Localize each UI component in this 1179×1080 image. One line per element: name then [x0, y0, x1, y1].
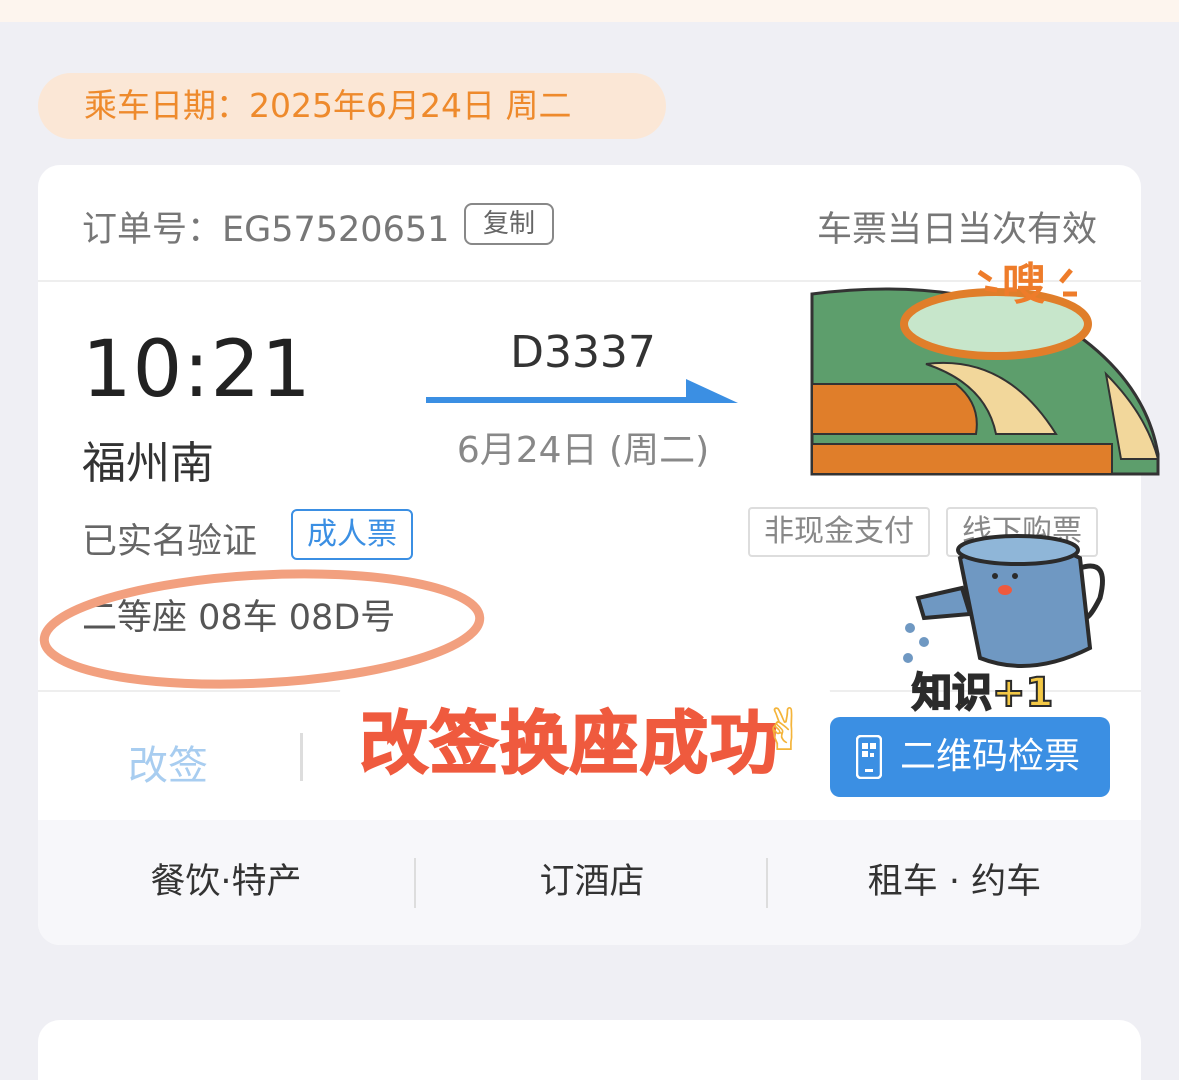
victory-hand-icon: ✌ [760, 696, 809, 764]
knowledge-plus-one-label: 知识+1 [911, 669, 1054, 717]
copy-order-button[interactable]: 复制 [464, 203, 554, 245]
change-seat-success-label: 改签换座成功 [359, 704, 781, 785]
travel-date-banner: 乘车日期：2025年6月24日 周二 [38, 73, 666, 139]
train-number: D3337 [510, 327, 656, 378]
change-ticket-button[interactable]: 改签 [128, 733, 208, 791]
departure-time: 10:21 [82, 325, 312, 415]
motion-lines-icon [977, 268, 1077, 297]
top-status-strip [0, 0, 1179, 22]
service-food[interactable]: 餐饮·特产 [38, 820, 414, 945]
train-sticker [810, 287, 1160, 476]
verified-status: 已实名验证 [82, 522, 258, 562]
divider [300, 733, 303, 781]
arrow-right-icon [426, 379, 738, 403]
qr-button-label: 二维码检票 [900, 736, 1081, 777]
qr-phone-icon [856, 735, 882, 779]
next-card [38, 1020, 1141, 1080]
qr-check-in-button[interactable]: 二维码检票 [830, 717, 1110, 797]
watering-can-sticker [903, 534, 1105, 668]
travel-date: 6月24日 (周二) [456, 430, 710, 471]
order-number: 订单号：EG57520651 [82, 210, 450, 250]
departure-station: 福州南 [82, 438, 214, 489]
highlight-circle [39, 569, 485, 689]
service-hotel[interactable]: 订酒店 [416, 820, 768, 945]
ticket-type-badge: 成人票 [291, 509, 413, 560]
ticket-validity-note: 车票当日当次有效 [816, 210, 1097, 250]
service-links: 餐饮·特产 订酒店 租车 · 约车 [38, 820, 1141, 945]
service-car[interactable]: 租车 · 约车 [768, 820, 1141, 945]
